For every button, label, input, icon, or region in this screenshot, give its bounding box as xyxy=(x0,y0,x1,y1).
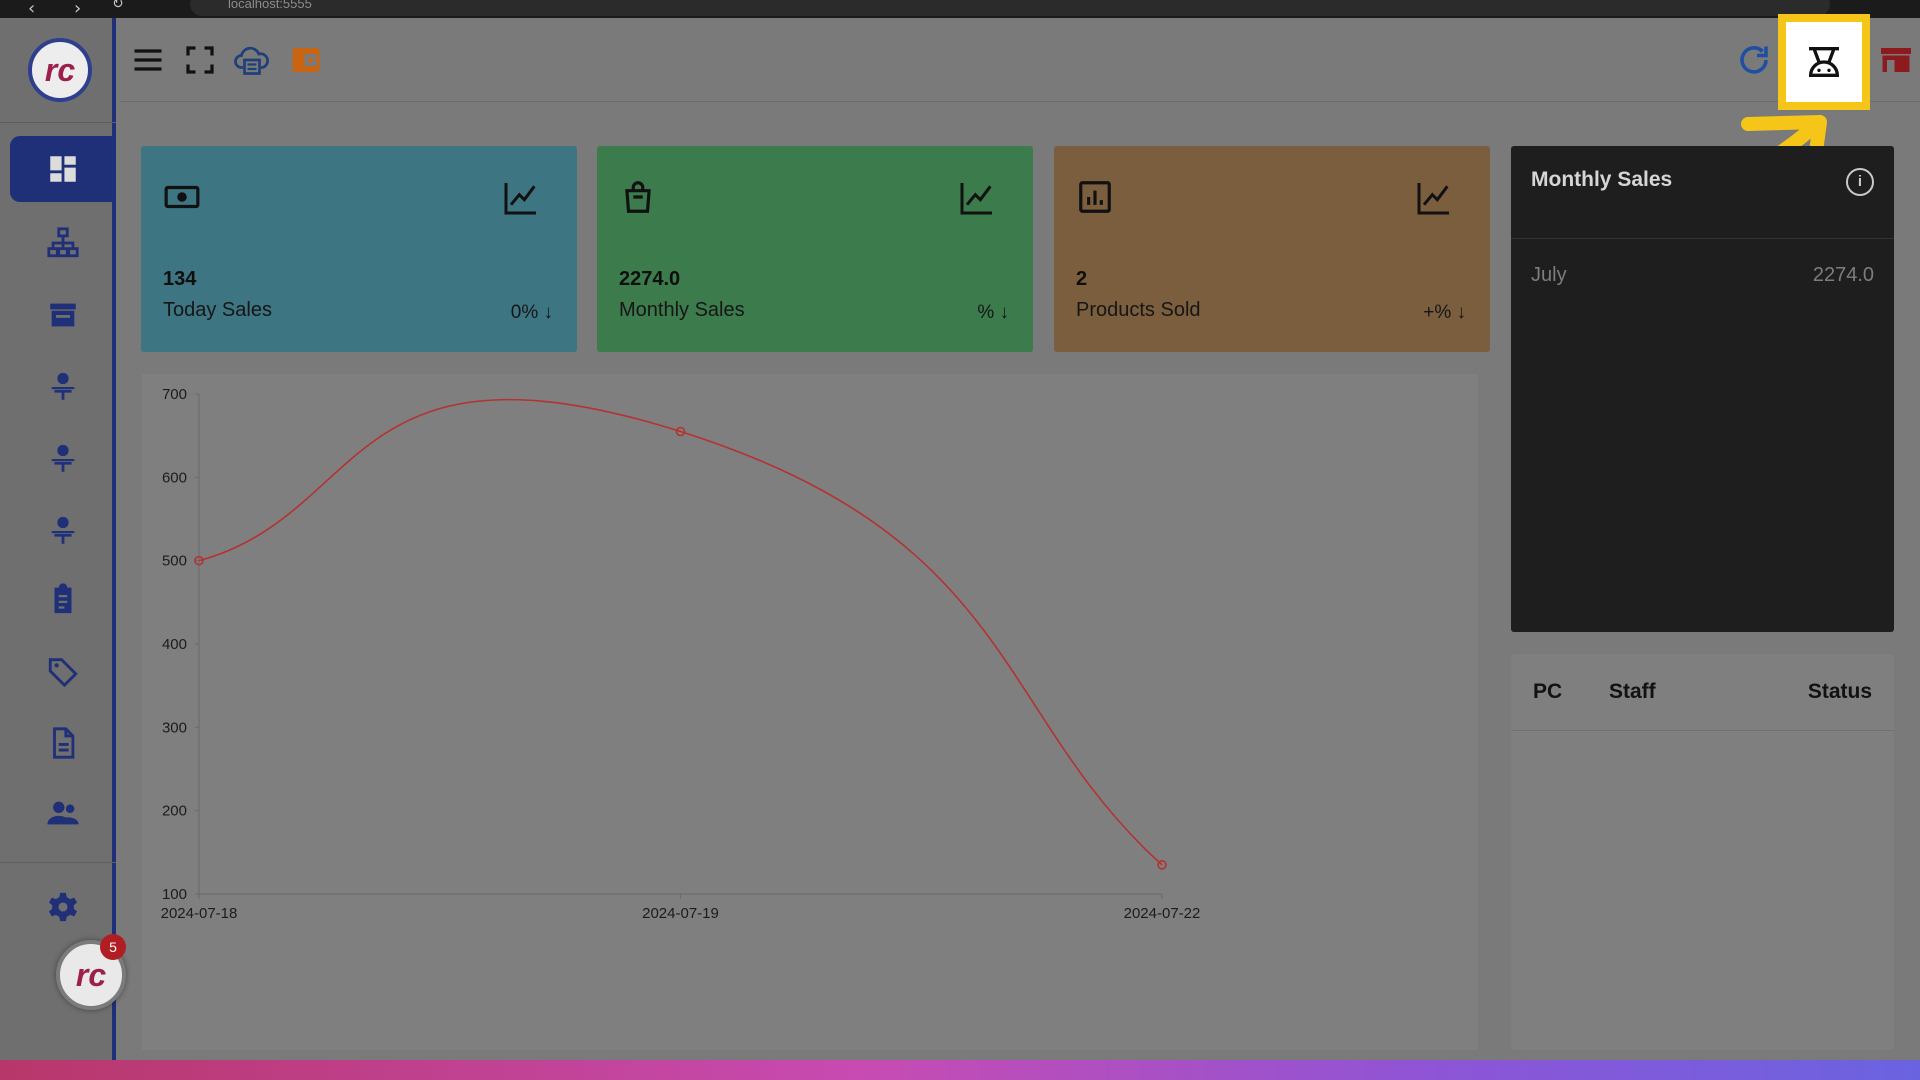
divider xyxy=(1511,730,1894,731)
cash-register-icon xyxy=(1808,47,1840,77)
wallet-button[interactable] xyxy=(284,38,328,82)
monthly-sales-panel: Monthly Sales i July 2274.0 xyxy=(1511,146,1894,632)
shop-button[interactable] xyxy=(1876,38,1916,82)
y-tick-label: 100 xyxy=(162,886,187,903)
person-desk-icon xyxy=(51,516,75,544)
sales-row-value: 2274.0 xyxy=(1812,264,1874,286)
card-change: % ↓ xyxy=(977,302,1009,323)
card-change: 0% ↓ xyxy=(510,302,553,323)
sales-series-line xyxy=(198,398,1163,866)
sidebar-item-tags[interactable] xyxy=(10,638,116,704)
cloud-print-icon xyxy=(234,46,269,75)
line-chart-icon xyxy=(504,183,536,215)
monthly-sales-card[interactable]: 2274.0 Monthly Sales % ↓ xyxy=(597,146,1033,352)
y-tick-label: 200 xyxy=(162,803,187,820)
top-header xyxy=(120,18,1920,102)
wallet-icon xyxy=(292,48,320,72)
browser-toolbar: ‹ › ↻ localhost:5555 xyxy=(0,0,1920,19)
reload-icon[interactable]: ↻ xyxy=(112,0,124,12)
sidebar-item-dashboard[interactable] xyxy=(10,136,116,202)
sidebar-item-structure[interactable] xyxy=(10,210,116,276)
staff-status-table: PC Staff Status xyxy=(1511,654,1894,1050)
today-sales-card[interactable]: 134 Today Sales 0% ↓ xyxy=(141,146,577,352)
sidebar-item-staff-3[interactable] xyxy=(10,498,116,564)
column-header-pc[interactable]: PC xyxy=(1533,680,1562,704)
sidebar-item-users[interactable] xyxy=(10,780,116,846)
sidebar-item-store[interactable] xyxy=(10,282,116,348)
x-tick-label: 2024-07-19 xyxy=(642,905,719,922)
sidebar-item-staff-2[interactable] xyxy=(10,426,116,492)
brand-logo[interactable]: rc xyxy=(28,38,92,102)
person-desk-icon xyxy=(51,372,75,400)
document-icon xyxy=(53,727,75,759)
y-tick-label: 300 xyxy=(162,719,187,736)
line-chart-icon xyxy=(960,183,992,215)
sales-line-chart[interactable]: 100 200 300 400 500 600 700 2024-07-18 2024-07-1… xyxy=(142,374,1478,1050)
cloud-print-button[interactable] xyxy=(230,38,274,82)
refresh-button[interactable] xyxy=(1732,38,1776,82)
chat-widget-button[interactable]: rc 5 xyxy=(56,934,126,1010)
info-icon[interactable]: i xyxy=(1846,168,1874,196)
refresh-icon xyxy=(1740,46,1768,74)
cash-register-button[interactable] xyxy=(1778,14,1870,110)
menu-toggle-button[interactable] xyxy=(126,38,170,82)
gear-icon xyxy=(48,892,78,922)
fullscreen-icon xyxy=(186,46,214,74)
y-tick-label: 400 xyxy=(162,636,187,653)
card-label: Products Sold xyxy=(1076,299,1201,321)
card-value: 2274.0 xyxy=(619,268,681,290)
line-chart-icon xyxy=(1417,183,1449,215)
dashboard-icon xyxy=(50,156,76,182)
card-value: 2 xyxy=(1076,268,1088,290)
y-tick-label: 700 xyxy=(162,386,187,403)
card-change: +% ↓ xyxy=(1423,302,1466,323)
menu-icon xyxy=(134,49,162,71)
card-label: Today Sales xyxy=(163,299,272,321)
card-value: 134 xyxy=(163,268,197,290)
sidebar-item-settings[interactable] xyxy=(10,874,116,940)
bag-icon xyxy=(625,181,651,213)
users-icon xyxy=(47,801,79,825)
store-icon xyxy=(50,303,76,327)
tag-icon xyxy=(48,658,78,688)
x-tick-label: 2024-07-18 xyxy=(161,905,238,922)
cash-icon xyxy=(164,185,200,209)
sidebar-item-documents[interactable] xyxy=(10,710,116,776)
clipboard-icon xyxy=(54,583,72,614)
person-desk-icon xyxy=(51,444,75,472)
products-sold-card[interactable]: 2 Products Sold +% ↓ xyxy=(1054,146,1490,352)
y-tick-label: 500 xyxy=(162,553,187,570)
shop-icon xyxy=(1881,48,1911,72)
sidebar-divider xyxy=(0,122,116,123)
fullscreen-button[interactable] xyxy=(178,38,222,82)
forward-icon[interactable]: › xyxy=(74,0,81,19)
sales-chart-panel: 100 200 300 400 500 600 700 2024-07-18 2024-07-1… xyxy=(142,374,1478,1050)
sales-row-month: July xyxy=(1531,264,1567,286)
notification-badge: 5 xyxy=(100,934,126,960)
back-icon[interactable]: ‹ xyxy=(28,0,35,19)
y-tick-label: 600 xyxy=(162,469,187,486)
card-label: Monthly Sales xyxy=(619,299,745,321)
column-header-staff[interactable]: Staff xyxy=(1609,680,1656,704)
divider xyxy=(1511,238,1894,239)
hierarchy-icon xyxy=(47,227,79,258)
column-header-status[interactable]: Status xyxy=(1808,680,1872,704)
bar-chart-icon xyxy=(1079,181,1111,213)
sidebar: rc xyxy=(0,18,116,1060)
address-bar[interactable]: localhost:5555 xyxy=(190,0,1830,16)
bottom-gradient-strip xyxy=(0,1060,1920,1080)
x-tick-label: 2024-07-22 xyxy=(1124,905,1201,922)
panel-title: Monthly Sales xyxy=(1531,168,1673,191)
sidebar-divider xyxy=(0,862,116,863)
sidebar-item-reports[interactable] xyxy=(10,566,116,632)
sidebar-item-staff-1[interactable] xyxy=(10,354,116,420)
